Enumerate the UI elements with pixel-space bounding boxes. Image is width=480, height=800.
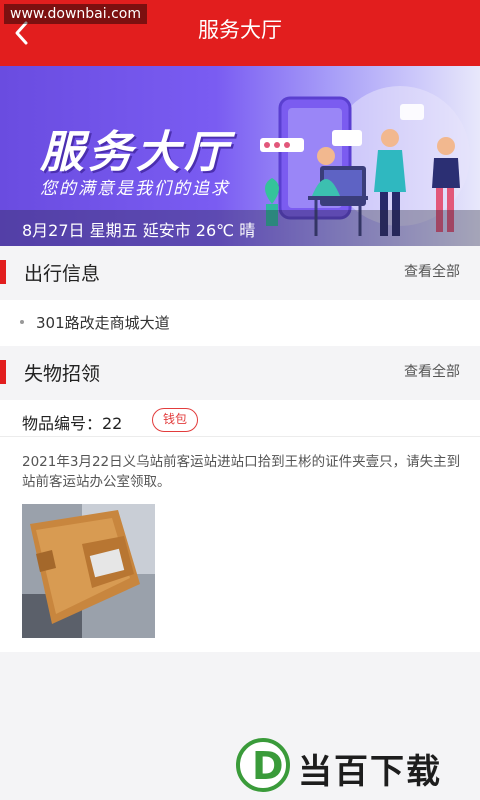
banner-title: 服务大厅 xyxy=(40,127,232,178)
lost-view-all-link[interactable]: 查看全部 xyxy=(404,361,460,381)
top-bar: 服务大厅 www.downbai.com xyxy=(0,0,480,66)
watermark: www.downbai.com xyxy=(4,4,147,24)
bullet-icon xyxy=(20,319,24,324)
wallet-photo[interactable] xyxy=(22,504,155,638)
brand-mark-letter: D xyxy=(252,744,284,788)
divider xyxy=(0,436,480,437)
item-description: 2021年3月22日义乌站前客运站进站口拾到王彬的证件夹壹只，请失主到站前客运站… xyxy=(22,454,461,490)
footer-brand-logo: D 当百下载 xyxy=(236,730,476,800)
list-item[interactable]: 301路改走商城大道 xyxy=(20,312,170,333)
weather-date-bar: 8月27日 星期五 延安市 26℃ 晴 xyxy=(0,210,480,246)
travel-view-all-link[interactable]: 查看全部 xyxy=(404,261,460,281)
section-accent-bar xyxy=(0,260,6,284)
travel-list: 301路改走商城大道 xyxy=(0,300,480,346)
travel-section-title: 出行信息 xyxy=(24,263,101,285)
lost-section-header: 失物招领 查看全部 xyxy=(0,346,480,400)
travel-item-text: 301路改走商城大道 xyxy=(36,314,170,332)
section-accent-bar xyxy=(0,360,6,384)
item-number: 物品编号：22 xyxy=(22,414,123,433)
lost-section-title: 失物招领 xyxy=(24,363,101,385)
hero-banner: 服务大厅 您的满意是我们的追求 8月27日 星期五 延安市 26℃ 晴 xyxy=(0,66,480,246)
brand-mark-icon: D xyxy=(236,738,290,792)
brand-name: 当百下载 xyxy=(298,752,442,792)
lost-item-card[interactable]: 物品编号：22 钱包 2021年3月22日义乌站前客运站进站口拾到王彬的证件夹壹… xyxy=(0,400,480,652)
date-weather-text: 8月27日 星期五 延安市 26℃ 晴 xyxy=(22,221,256,240)
travel-section-header: 出行信息 查看全部 xyxy=(0,246,480,300)
banner-subtitle: 您的满意是我们的追求 xyxy=(40,179,230,199)
category-tag: 钱包 xyxy=(152,408,199,432)
